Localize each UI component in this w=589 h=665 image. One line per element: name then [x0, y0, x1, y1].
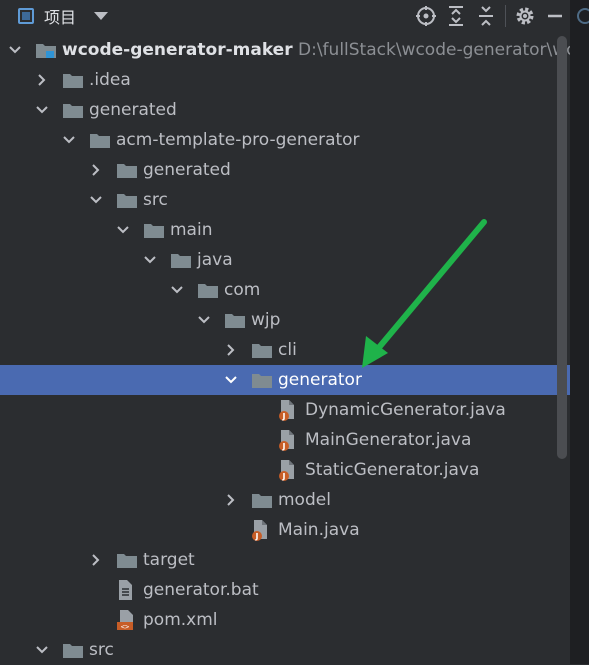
tree-row[interactable]: cli — [0, 335, 570, 365]
folder-icon — [251, 492, 273, 509]
tree-row-root[interactable]: wcode-generator-maker D:\fullStack\wcode… — [0, 35, 570, 65]
tree-row[interactable]: generated — [0, 95, 570, 125]
text-file-icon — [116, 579, 138, 600]
folder-icon — [170, 252, 192, 269]
root-module-name: wcode-generator-maker — [62, 40, 293, 60]
tree-row-label: model — [278, 490, 331, 510]
tree-row-label: generator — [278, 370, 362, 390]
folder-icon — [251, 342, 273, 359]
collapse-all-icon[interactable] — [471, 0, 501, 32]
folder-icon — [116, 192, 138, 209]
tree-row[interactable]: J MainGenerator.java — [0, 425, 570, 455]
chevron-down-icon[interactable] — [89, 185, 103, 215]
java-file-icon: J — [278, 459, 300, 481]
tree-row-label: MainGenerator.java — [305, 430, 472, 450]
project-toolbar: 项目 — [0, 0, 570, 32]
svg-text:J: J — [282, 412, 286, 421]
tree-row-label: wjp — [251, 310, 281, 330]
tree-row-label: java — [197, 250, 233, 270]
xml-file-icon: <> — [116, 609, 138, 631]
tree-row-label: pom.xml — [143, 610, 218, 630]
chevron-down-icon[interactable] — [143, 245, 157, 275]
tree-row-label: cli — [278, 340, 297, 360]
tree-row-label: generator.bat — [143, 580, 259, 600]
tree-row[interactable]: main — [0, 215, 570, 245]
tree-row-label: acm-template-pro-generator — [116, 130, 360, 150]
java-file-icon: J — [251, 519, 273, 541]
chevron-down-icon[interactable] — [8, 35, 22, 65]
tree-row[interactable]: J Main.java — [0, 515, 570, 545]
tree-row-label: com — [224, 280, 261, 300]
tree-row[interactable]: acm-template-pro-generator — [0, 125, 570, 155]
svg-text:J: J — [282, 472, 286, 481]
folder-icon — [116, 552, 138, 569]
tree-row[interactable]: target — [0, 545, 570, 575]
java-file-icon: J — [278, 399, 300, 421]
locate-icon[interactable] — [411, 0, 441, 32]
folder-icon — [251, 372, 273, 389]
project-view-title: 项目 — [44, 8, 77, 27]
tree-row[interactable]: J StaticGenerator.java — [0, 455, 570, 485]
tree-row-label: StaticGenerator.java — [305, 460, 480, 480]
tree-row-label: DynamicGenerator.java — [305, 400, 506, 420]
expand-all-icon[interactable] — [441, 0, 471, 32]
chevron-right-icon[interactable] — [35, 65, 49, 95]
chevron-right-icon[interactable] — [89, 545, 103, 575]
folder-icon — [143, 222, 165, 239]
folder-icon — [197, 282, 219, 299]
tree-row-selected[interactable]: generator — [0, 365, 570, 395]
chevron-down-icon[interactable] — [224, 365, 238, 395]
tree-row-label: .idea — [89, 70, 131, 90]
toolbar-separator — [505, 5, 506, 27]
chevron-down-icon[interactable] — [116, 215, 130, 245]
tree-row-label: main — [170, 220, 213, 240]
tree-row-label: Main.java — [278, 520, 360, 540]
toolbar-actions — [411, 0, 570, 32]
chevron-down-icon[interactable] — [35, 95, 49, 125]
settings-icon[interactable] — [510, 0, 540, 32]
chevron-down-icon[interactable] — [170, 275, 184, 305]
java-file-icon: J — [278, 429, 300, 451]
tree-row[interactable]: com — [0, 275, 570, 305]
tree-row-label: generated — [143, 160, 231, 180]
chevron-down-icon[interactable] — [62, 125, 76, 155]
folder-icon — [62, 102, 84, 119]
chevron-down-icon[interactable] — [35, 635, 49, 665]
tree-row-label: src — [143, 190, 168, 210]
tree-row-label: generated — [89, 100, 177, 120]
chevron-down-icon[interactable] — [197, 305, 211, 335]
root-module-path: D:\fullStack\wcode-generator\wc — [298, 40, 570, 60]
module-folder-icon — [35, 42, 57, 59]
folder-icon — [89, 132, 111, 149]
tree-row[interactable]: src — [0, 635, 570, 665]
right-tool-strip — [570, 0, 589, 664]
project-panel-icon — [18, 8, 34, 24]
chevron-right-icon[interactable] — [89, 155, 103, 185]
svg-text:J: J — [282, 442, 286, 451]
chevron-down-icon[interactable] — [94, 12, 109, 20]
project-view-selector[interactable]: 项目 — [0, 0, 109, 32]
svg-text:J: J — [255, 532, 259, 541]
notification-icon[interactable] — [577, 8, 589, 24]
tree-row[interactable]: .idea — [0, 65, 570, 95]
svg-text:<>: <> — [121, 623, 129, 631]
tree-row[interactable]: J DynamicGenerator.java — [0, 395, 570, 425]
tree-row[interactable]: generator.bat — [0, 575, 570, 605]
chevron-right-icon[interactable] — [224, 485, 238, 515]
folder-icon — [62, 72, 84, 89]
chevron-right-icon[interactable] — [224, 335, 238, 365]
tree-row[interactable]: src — [0, 185, 570, 215]
folder-icon — [62, 642, 84, 659]
tree-row[interactable]: generated — [0, 155, 570, 185]
tree-row[interactable]: <> pom.xml — [0, 605, 570, 635]
vertical-scrollbar[interactable] — [557, 36, 567, 459]
tree-row[interactable]: model — [0, 485, 570, 515]
tree-row-label: src — [89, 640, 114, 660]
tree-row[interactable]: wjp — [0, 305, 570, 335]
tree-row-label: target — [143, 550, 195, 570]
tree-row[interactable]: java — [0, 245, 570, 275]
folder-icon — [224, 312, 246, 329]
folder-icon — [116, 162, 138, 179]
hide-icon[interactable] — [540, 0, 570, 32]
